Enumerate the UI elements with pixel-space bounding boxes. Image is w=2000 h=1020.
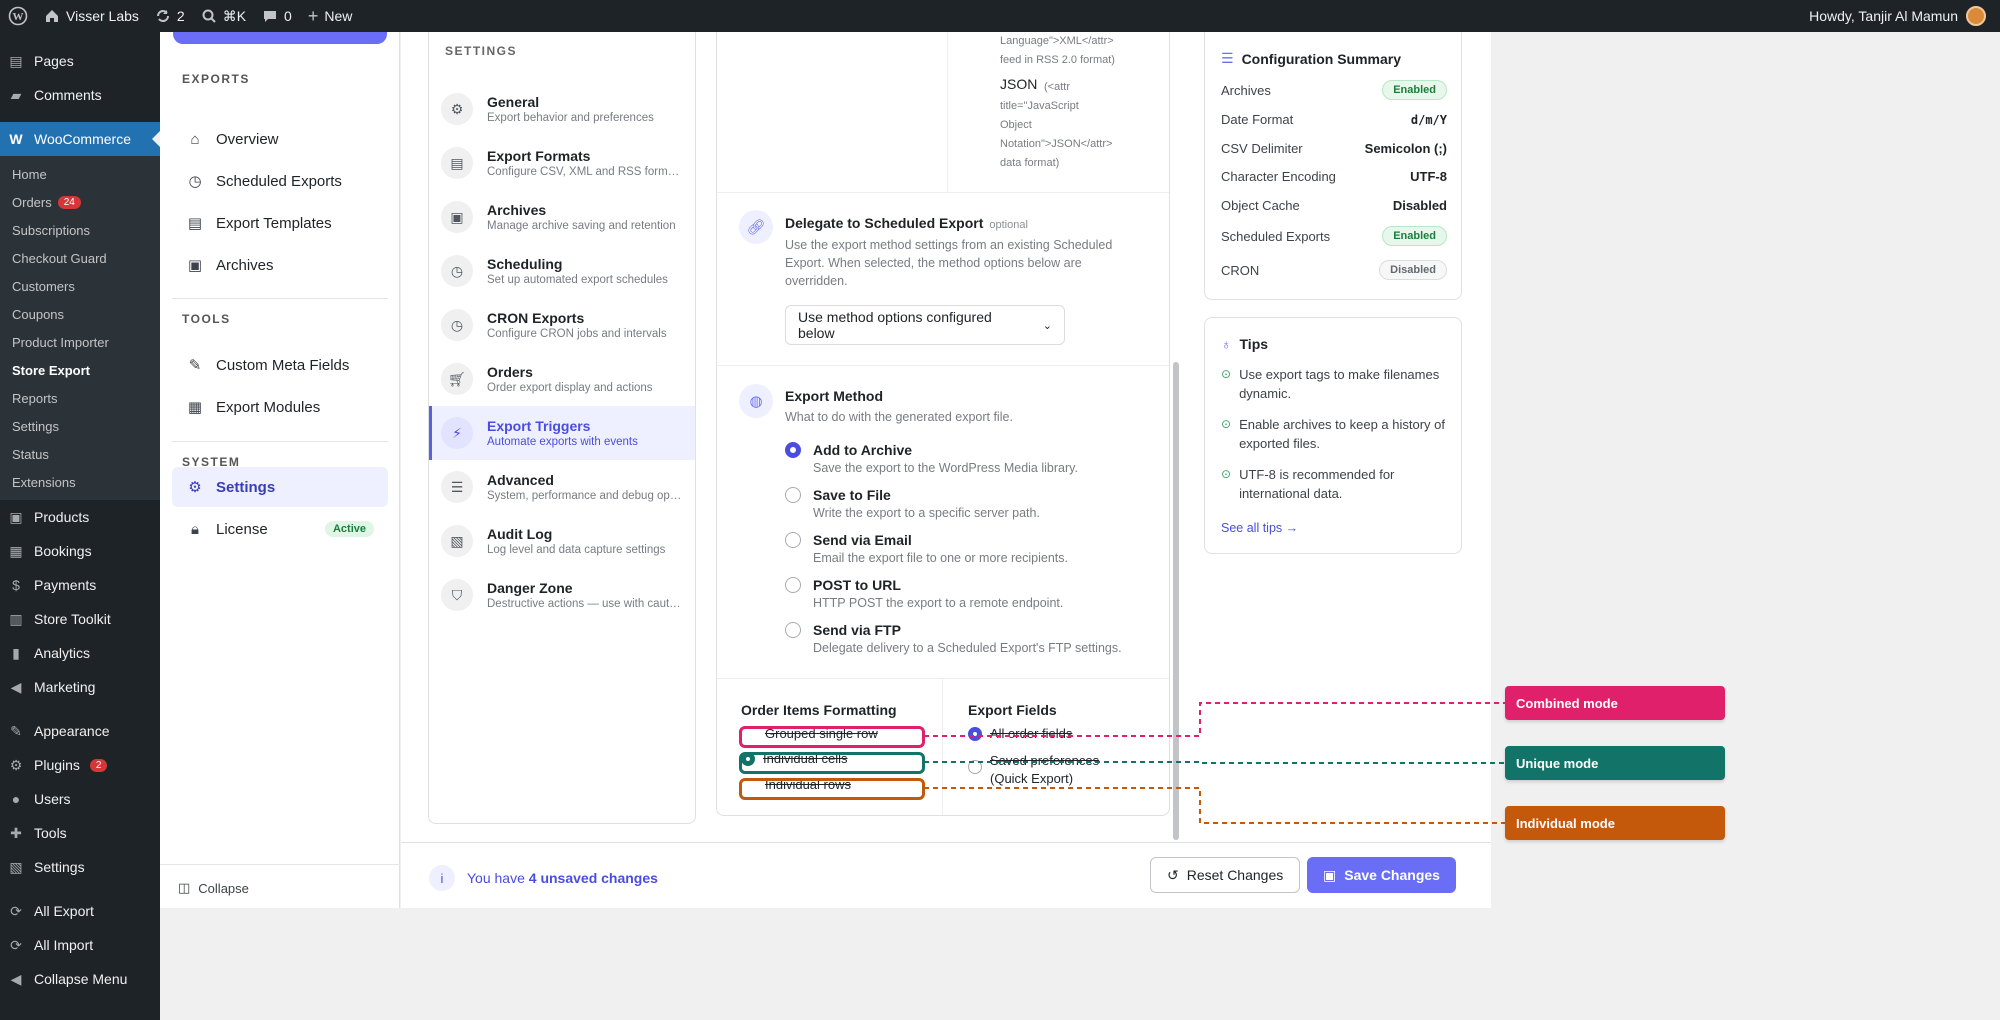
- combined-mode-label: Combined mode: [1505, 686, 1725, 720]
- unique-connector: [924, 761, 1505, 764]
- individual-mode-label: Individual mode: [1505, 806, 1725, 840]
- annotation-connectors: [924, 702, 1505, 824]
- individual-connector: [924, 787, 1505, 824]
- combined-connector: [924, 702, 1505, 737]
- unique-mode-label: Unique mode: [1505, 746, 1725, 780]
